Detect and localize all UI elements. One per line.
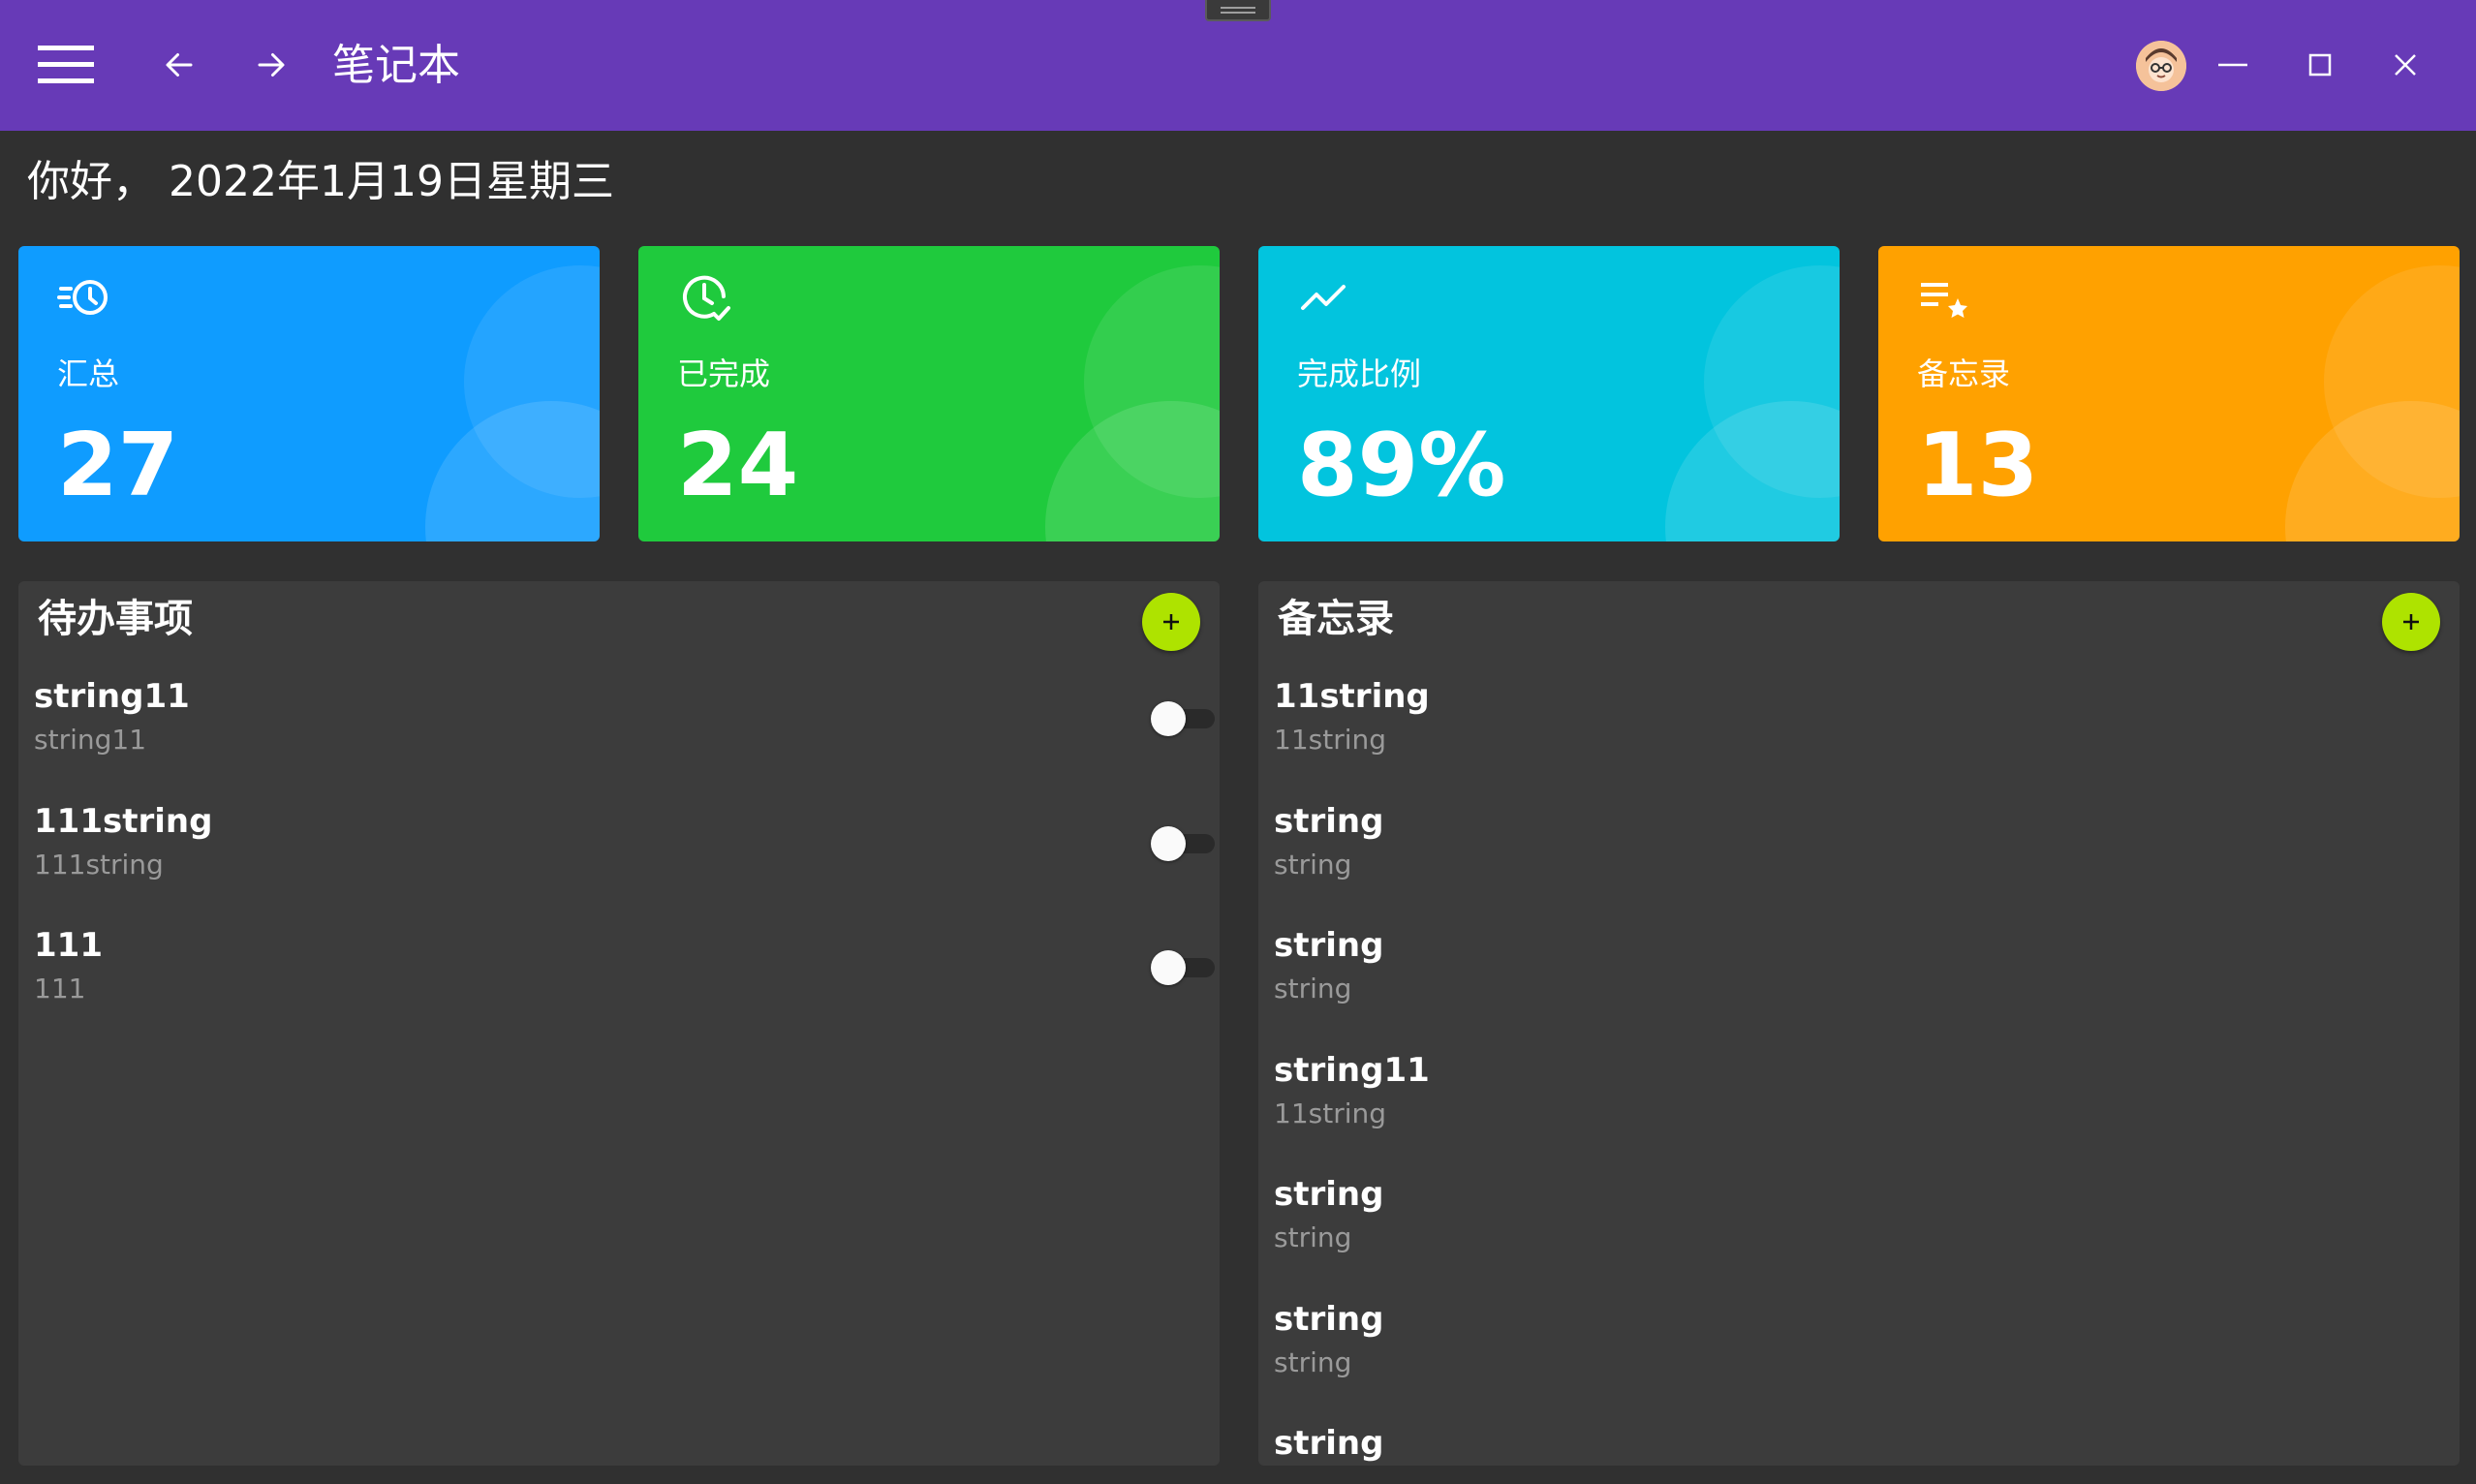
- todo-item-title: 111string: [34, 802, 213, 841]
- memo-item-title: string11: [1274, 1051, 1430, 1090]
- todo-item-title: 111: [34, 926, 103, 965]
- app-title: 笔记本: [332, 41, 460, 90]
- toggle-thumb: [1151, 826, 1186, 861]
- clock-check-icon: [675, 269, 735, 329]
- playlist-star-icon: [1915, 269, 1975, 329]
- decorative-circle: [1045, 401, 1220, 541]
- forward-arrow-icon[interactable]: [237, 31, 305, 99]
- stat-value: 24: [677, 415, 799, 516]
- greeting-text: 你好， 2022年1月19日星期三: [27, 157, 614, 206]
- stat-label: 备忘录: [1917, 356, 2011, 392]
- memo-item-content: string: [1274, 973, 1352, 1005]
- todo-item-title: string11: [34, 677, 190, 716]
- memo-panel: 备忘录 11string 11string string string stri…: [1258, 581, 2460, 1466]
- memo-item-content: string: [1274, 849, 1352, 881]
- todo-item-content: string11: [34, 724, 147, 756]
- memo-item[interactable]: 11string 11string: [1274, 674, 2436, 790]
- memo-item-title: string: [1274, 1424, 1384, 1463]
- stat-value: 27: [57, 415, 179, 516]
- stat-card-total[interactable]: 汇总 27: [18, 246, 600, 541]
- decorative-circle: [2285, 401, 2460, 541]
- todo-done-toggle[interactable]: [1151, 950, 1219, 985]
- decorative-circle: [1665, 401, 1840, 541]
- toggle-thumb: [1151, 701, 1186, 736]
- todo-item[interactable]: string11 string11: [34, 674, 1215, 790]
- memo-item[interactable]: string string: [1274, 923, 2436, 1039]
- toggle-thumb: [1151, 950, 1186, 985]
- back-arrow-icon[interactable]: [145, 31, 213, 99]
- user-avatar[interactable]: [2136, 41, 2186, 91]
- decorative-circle: [425, 401, 600, 541]
- memo-item[interactable]: string11 11string: [1274, 1048, 2436, 1164]
- trending-up-icon: [1295, 269, 1355, 329]
- maximize-icon[interactable]: [2286, 31, 2354, 99]
- memo-item-content: 11string: [1274, 724, 1387, 756]
- memo-item-title: string: [1274, 1300, 1384, 1339]
- close-icon[interactable]: [2371, 31, 2439, 99]
- title-bar: 笔记本: [0, 0, 2476, 131]
- stat-value: 13: [1917, 415, 2039, 516]
- hamburger-menu-icon[interactable]: [27, 31, 105, 99]
- stat-card-completed[interactable]: 已完成 24: [638, 246, 1220, 541]
- drag-handle[interactable]: [1205, 0, 1271, 21]
- memo-item-title: 11string: [1274, 677, 1430, 716]
- todo-done-toggle[interactable]: [1151, 826, 1219, 861]
- stat-card-memo[interactable]: 备忘录 13: [1878, 246, 2460, 541]
- memo-item-content: string: [1274, 1346, 1352, 1378]
- todo-item-content: 111string: [34, 849, 164, 881]
- memo-item-title: string: [1274, 926, 1384, 965]
- memo-item[interactable]: string string: [1274, 799, 2436, 915]
- memo-item-title: string: [1274, 802, 1384, 841]
- memo-item-content: 11string: [1274, 1098, 1387, 1129]
- memo-item[interactable]: string string: [1274, 1297, 2436, 1413]
- add-memo-button[interactable]: [2382, 593, 2440, 651]
- memo-item-content: string: [1274, 1221, 1352, 1253]
- stat-value: 89%: [1297, 415, 1506, 516]
- memo-item-title: string: [1274, 1175, 1384, 1214]
- add-todo-button[interactable]: [1142, 593, 1200, 651]
- todo-item-content: 111: [34, 973, 86, 1005]
- todo-done-toggle[interactable]: [1151, 701, 1219, 736]
- stat-label: 已完成: [677, 356, 771, 392]
- minimize-icon[interactable]: [2199, 31, 2267, 99]
- memo-item[interactable]: string string: [1274, 1172, 2436, 1288]
- todo-panel-title: 待办事项: [38, 597, 193, 641]
- plus-icon: [2403, 614, 2419, 630]
- memo-panel-title: 备忘录: [1278, 597, 1394, 641]
- todo-item[interactable]: 111string 111string: [34, 799, 1215, 915]
- stat-card-ratio[interactable]: 完成比例 89%: [1258, 246, 1840, 541]
- todo-item[interactable]: 111 111: [34, 923, 1215, 1039]
- stat-label: 完成比例: [1297, 356, 1422, 392]
- plus-icon: [1163, 614, 1179, 630]
- history-icon: [55, 269, 115, 329]
- stat-label: 汇总: [57, 356, 120, 392]
- memo-item[interactable]: string: [1274, 1421, 2436, 1466]
- todo-panel: 待办事项 string11 string11 111string 111stri…: [18, 581, 1220, 1466]
